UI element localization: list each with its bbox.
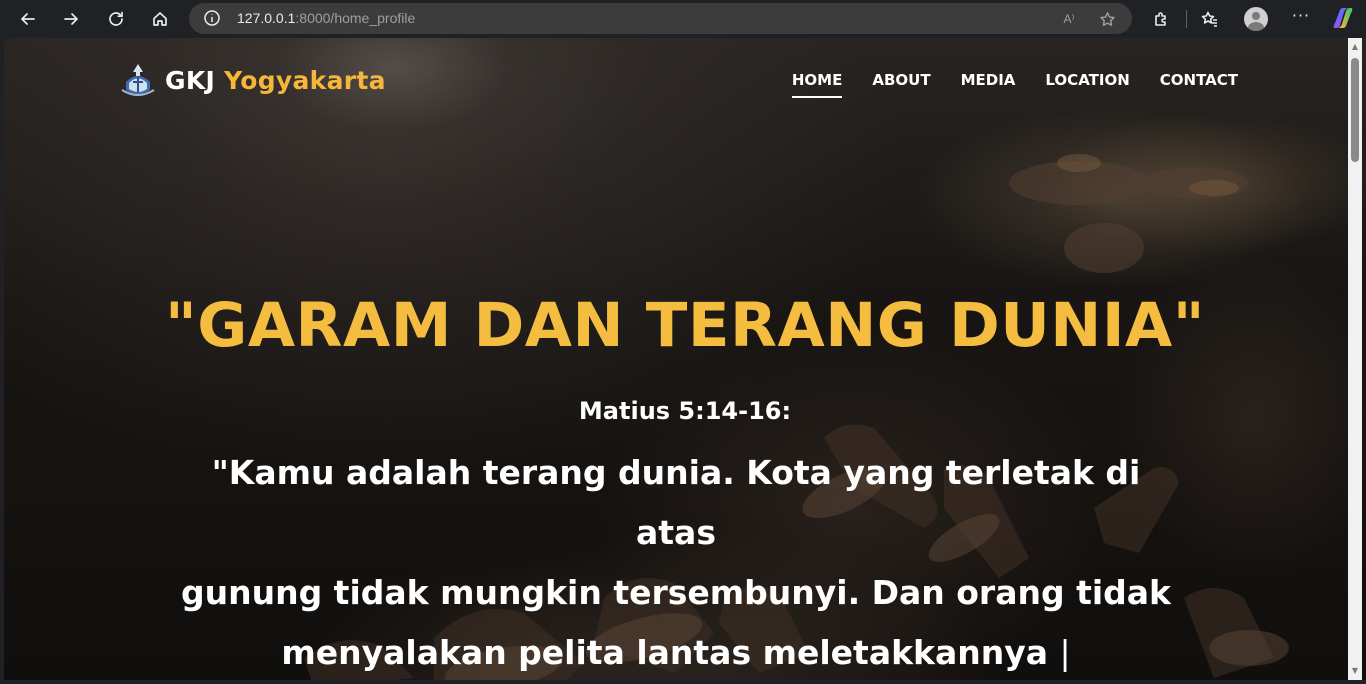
star-icon[interactable] (1097, 9, 1117, 29)
toolbar-divider (1186, 10, 1187, 28)
url-text[interactable]: 127.0.0.1:8000/home_profile (237, 10, 415, 26)
typing-cursor: | (1059, 633, 1071, 672)
profile-icon[interactable] (1244, 7, 1268, 31)
nav-link-about[interactable]: ABOUT (872, 71, 930, 98)
scrollbar-thumb[interactable] (1351, 58, 1359, 162)
favorites-icon[interactable] (1196, 5, 1224, 33)
home-icon[interactable] (146, 5, 174, 33)
forward-arrow-icon[interactable] (57, 5, 85, 33)
back-arrow-icon[interactable] (14, 5, 42, 33)
brand-logo-link[interactable]: GKJ Yogyakarta (118, 60, 386, 100)
info-icon[interactable] (203, 9, 221, 27)
nav-link-location[interactable]: LOCATION (1045, 71, 1129, 98)
brand-name-accent: Yogyakarta (224, 65, 386, 95)
main-navigation: HOME ABOUT MEDIA LOCATION CONTACT (791, 71, 1238, 98)
scroll-up-arrow-icon[interactable]: ▲ (1348, 40, 1362, 54)
brand-name: GKJ Yogyakarta (165, 66, 386, 95)
verse-line-text: menyalakan pelita lantas meletakkannya (281, 633, 1049, 672)
nav-link-home[interactable]: HOME (791, 71, 843, 98)
address-bar[interactable]: 127.0.0.1:8000/home_profile A⁾ (189, 3, 1132, 34)
hero-title: "GARAM DAN TERANG DUNIA" (164, 290, 1206, 361)
read-aloud-label: A⁾ (1063, 12, 1075, 26)
nav-link-contact[interactable]: CONTACT (1160, 71, 1238, 98)
read-aloud-icon[interactable]: A⁾ (1059, 9, 1079, 29)
bible-verse-typed: "Kamu adalah terang dunia. Kota yang ter… (174, 443, 1178, 680)
browser-toolbar: 127.0.0.1:8000/home_profile A⁾ ··· (0, 0, 1366, 38)
refresh-icon[interactable] (102, 5, 130, 33)
verse-line: menyalakan pelita lantas meletakkannya | (174, 623, 1178, 680)
puzzle-icon[interactable] (1147, 5, 1175, 33)
verse-line: gunung tidak mungkin tersembunyi. Dan or… (180, 573, 1172, 612)
url-path: :8000/home_profile (295, 10, 416, 26)
avatar-body (1248, 22, 1264, 31)
church-logo-icon (121, 64, 155, 96)
page-viewport: GKJ Yogyakarta HOME ABOUT MEDIA LOCATION… (4, 38, 1366, 680)
bible-reference: Matius 5:14-16: (578, 397, 792, 425)
verse-line: "Kamu adalah terang dunia. Kota yang ter… (211, 453, 1141, 552)
more-icon[interactable]: ··· (1290, 8, 1312, 29)
url-host: 127.0.0.1 (237, 10, 296, 26)
avatar-head (1252, 12, 1260, 20)
page-scrollbar[interactable]: ▲ ▼ (1348, 38, 1362, 680)
brand-name-main: GKJ (165, 65, 216, 95)
site-header: GKJ Yogyakarta HOME ABOUT MEDIA LOCATION… (4, 38, 1366, 128)
scroll-down-arrow-icon[interactable]: ▼ (1348, 664, 1362, 678)
nav-link-media[interactable]: MEDIA (961, 71, 1016, 98)
copilot-icon[interactable] (1331, 6, 1355, 30)
